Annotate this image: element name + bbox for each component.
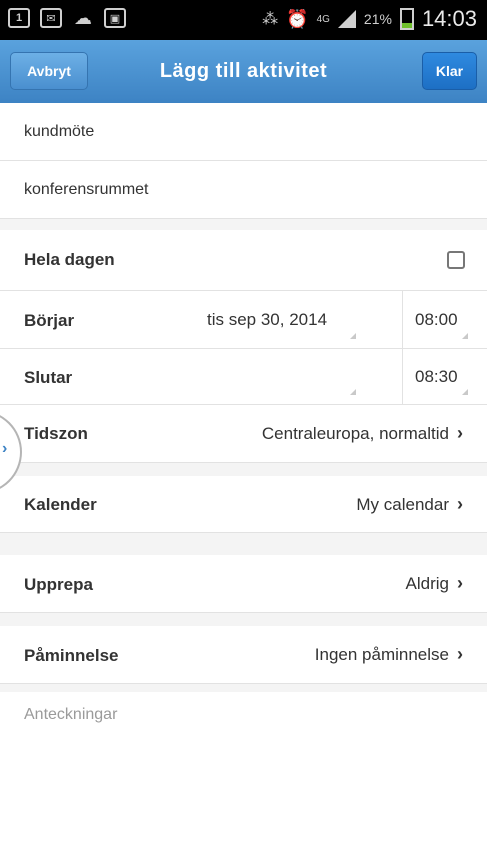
end-time-picker[interactable]: 08:30 xyxy=(415,367,458,387)
system-icons: ⁂ ⏰ 4G 21% 14:03 xyxy=(262,6,477,32)
reminder-row[interactable]: Påminnelse Ingen påminnelse › xyxy=(0,626,487,684)
calendar-notification-icon: 1 xyxy=(8,8,30,28)
shopping-bag-icon: ▣ xyxy=(104,8,126,28)
repeat-value: Aldrig xyxy=(405,573,449,593)
end-date-dropdown-indicator xyxy=(350,389,356,395)
notification-icons: 1 ✉ ☁ ▣ xyxy=(8,8,126,28)
title-field-value: kundmöte xyxy=(24,123,95,140)
cancel-button[interactable]: Avbryt xyxy=(10,52,88,90)
end-time-dropdown-indicator xyxy=(462,389,468,395)
start-date-picker[interactable]: tis sep 30, 2014 xyxy=(207,310,327,330)
calendar-label: Kalender xyxy=(24,495,97,514)
reminder-value-wrap: Ingen påminnelse › xyxy=(315,644,463,665)
calendar-value: My calendar xyxy=(356,494,449,514)
alarm-icon: ⏰ xyxy=(286,8,309,29)
reminder-value: Ingen påminnelse xyxy=(314,644,449,664)
chevron-right-icon: › xyxy=(2,440,8,457)
action-bar: Lägg till aktivitet Avbryt Klar xyxy=(0,40,487,103)
location-field[interactable]: konferensrummet xyxy=(0,161,487,219)
end-date-picker[interactable] xyxy=(207,367,357,391)
end-row: Slutar 08:30 xyxy=(0,349,487,405)
repeat-row[interactable]: Upprepa Aldrig › xyxy=(0,555,487,613)
chevron-right-icon: › xyxy=(457,644,463,664)
section-gap xyxy=(0,219,487,230)
start-separator xyxy=(402,291,403,348)
message-notification-icon: ✉ xyxy=(40,8,62,28)
start-label: Börjar xyxy=(24,311,75,330)
notes-field[interactable]: Anteckningar xyxy=(24,706,117,724)
start-time-picker[interactable]: 08:00 xyxy=(415,310,458,330)
chevron-right-icon: › xyxy=(457,573,463,593)
start-time-dropdown-indicator xyxy=(462,333,468,339)
section-gap xyxy=(0,684,487,692)
nfc-icon: ⁂ xyxy=(262,11,279,28)
timezone-value-wrap: Centraleuropa, normaltid › xyxy=(262,423,463,444)
end-label: Slutar xyxy=(24,368,73,387)
cloud-upload-icon: ☁ xyxy=(74,7,92,28)
battery-percent: 21% xyxy=(363,11,392,27)
repeat-label: Upprepa xyxy=(24,575,93,594)
signal-icon xyxy=(337,10,356,28)
repeat-value-wrap: Aldrig › xyxy=(406,573,463,594)
battery-icon xyxy=(399,8,414,30)
network-type-label: 4G xyxy=(316,13,330,25)
section-gap xyxy=(0,533,487,555)
calendar-value-wrap: My calendar › xyxy=(356,494,463,515)
clock: 14:03 xyxy=(421,6,477,31)
end-separator xyxy=(402,349,403,404)
calendar-row[interactable]: Kalender My calendar › xyxy=(0,476,487,533)
location-field-value: konferensrummet xyxy=(24,181,149,198)
start-row: Börjar tis sep 30, 2014 08:00 xyxy=(0,291,487,349)
timezone-value: Centraleuropa, normaltid xyxy=(261,423,449,443)
title-field[interactable]: kundmöte xyxy=(0,103,487,161)
status-bar: 1 ✉ ☁ ▣ ⁂ ⏰ 4G 21% 14:03 xyxy=(0,0,487,40)
reminder-label: Påminnelse xyxy=(24,646,119,665)
timezone-label: Tidszon xyxy=(24,424,88,443)
section-gap xyxy=(0,613,487,626)
all-day-label: Hela dagen xyxy=(24,250,115,269)
all-day-row[interactable]: Hela dagen xyxy=(0,230,487,291)
done-button[interactable]: Klar xyxy=(422,52,477,90)
chevron-right-icon: › xyxy=(457,494,463,514)
all-day-checkbox[interactable] xyxy=(447,251,465,269)
start-date-dropdown-indicator xyxy=(350,333,356,339)
chevron-right-icon: › xyxy=(457,423,463,443)
section-gap xyxy=(0,463,487,476)
timezone-row[interactable]: Tidszon Centraleuropa, normaltid › xyxy=(0,405,487,463)
